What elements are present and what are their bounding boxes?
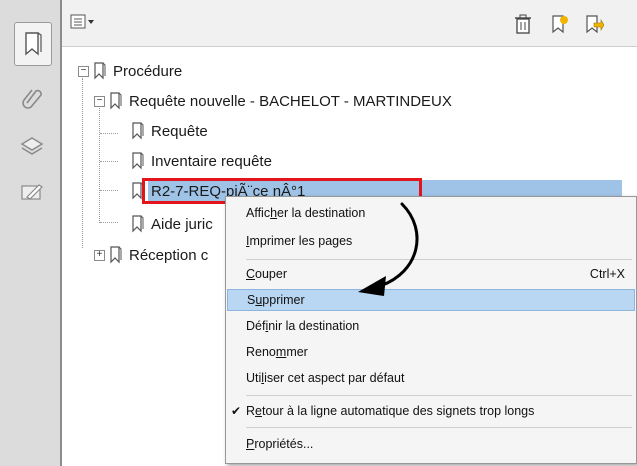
- menu-accelerator: P: [246, 437, 255, 451]
- signatures-tab[interactable]: [12, 172, 52, 212]
- bookmark-icon: [132, 122, 144, 140]
- signature-pen-icon: [21, 184, 43, 200]
- checkmark-icon: ✔: [231, 404, 242, 418]
- navigation-panel-strip: [0, 0, 61, 466]
- bookmarks-tab[interactable]: [14, 22, 52, 66]
- tree-connector: [100, 161, 118, 162]
- bookmark-requete-nouvelle[interactable]: − Requête nouvelle - BACHELOT - MARTINDE…: [94, 88, 452, 114]
- tree-connector: [99, 108, 100, 223]
- tree-connector: [82, 78, 83, 248]
- menu-label-part: ouper: [255, 267, 288, 281]
- bookmark-inventaire[interactable]: Inventaire requête: [131, 148, 272, 174]
- trash-icon: [515, 14, 531, 34]
- menu-accelerator: C: [246, 267, 256, 281]
- menu-label-part: mprimer les pages: [249, 234, 353, 248]
- layers-icon: [20, 137, 44, 155]
- menu-label-part: Reno: [246, 345, 276, 359]
- menu-separator: [246, 395, 632, 396]
- menu-separator: [246, 427, 632, 428]
- menu-shortcut: Ctrl+X: [589, 267, 625, 281]
- bookmark-label: Requête nouvelle - BACHELOT - MARTINDEUX: [129, 92, 452, 110]
- annotation-arrow: [358, 202, 419, 296]
- bookmark-label: Aide juric: [151, 215, 213, 233]
- bookmark-reception[interactable]: + Réception c: [94, 242, 208, 268]
- bookmark-icon: [132, 215, 144, 233]
- menu-label-part: Affic: [246, 206, 271, 220]
- menu-label-part: Déf: [246, 319, 266, 333]
- expand-bookmark-button[interactable]: [584, 14, 604, 34]
- bookmark-icon: [25, 32, 42, 56]
- menu-utiliser-aspect[interactable]: Uti l iser cet aspect par défaut: [227, 367, 635, 389]
- new-bookmark-icon: [552, 15, 568, 34]
- menu-label-part: S: [247, 293, 256, 307]
- bookmark-icon: [94, 62, 106, 80]
- menu-label-part: mer: [286, 345, 308, 359]
- bookmarks-toolbar: [62, 0, 637, 47]
- menu-accelerator: u: [255, 293, 263, 307]
- options-menu-button[interactable]: [70, 14, 96, 30]
- collapse-icon[interactable]: −: [78, 65, 89, 77]
- menu-definir-destination[interactable]: Déf i nir la destination: [227, 315, 635, 337]
- menu-label-part: ropriétés...: [254, 437, 314, 451]
- bookmark-icon: [132, 152, 144, 170]
- delete-bookmark-button[interactable]: [514, 14, 532, 34]
- bookmark-aide[interactable]: Aide juric: [131, 211, 213, 237]
- menu-label-part: iser cet aspect par défaut: [264, 371, 405, 385]
- bookmark-requete[interactable]: Requête: [131, 118, 208, 144]
- tree-connector: [100, 222, 118, 223]
- menu-accelerator: h: [270, 206, 278, 220]
- bookmark-label: Inventaire requête: [151, 152, 272, 170]
- options-list-icon: [70, 14, 94, 29]
- menu-proprietes[interactable]: Propriétés...: [227, 433, 635, 455]
- menu-retour-ligne[interactable]: ✔ Re tour à la ligne automatique des sign…: [227, 400, 635, 422]
- collapse-icon[interactable]: −: [94, 95, 105, 107]
- menu-renommer[interactable]: Reno m mer: [227, 341, 635, 363]
- bookmark-arrow-icon: [586, 15, 604, 34]
- bookmark-label: Réception c: [129, 246, 209, 264]
- layers-tab[interactable]: [12, 126, 52, 166]
- menu-accelerator: e: [255, 404, 262, 418]
- menu-label-part: tour à la ligne automatique des signets …: [261, 404, 535, 418]
- menu-label-part: pprimer: [262, 293, 305, 307]
- new-bookmark-button[interactable]: [550, 14, 570, 34]
- bookmark-icon: [110, 246, 122, 264]
- bookmark-label: Procédure: [113, 62, 183, 80]
- bookmark-root[interactable]: − Procédure: [78, 58, 182, 84]
- bookmark-label: Requête: [151, 122, 208, 140]
- menu-label-part: nir la destination: [268, 319, 360, 333]
- paperclip-icon: [22, 89, 42, 109]
- bookmark-icon: [110, 92, 122, 110]
- tree-connector: [100, 133, 118, 134]
- expand-icon[interactable]: +: [94, 249, 105, 261]
- menu-label-part: R: [246, 404, 256, 418]
- menu-accelerator: m: [275, 345, 287, 359]
- tree-connector: [100, 190, 118, 191]
- menu-label-part: Uti: [246, 371, 262, 385]
- attachments-tab[interactable]: [12, 78, 52, 118]
